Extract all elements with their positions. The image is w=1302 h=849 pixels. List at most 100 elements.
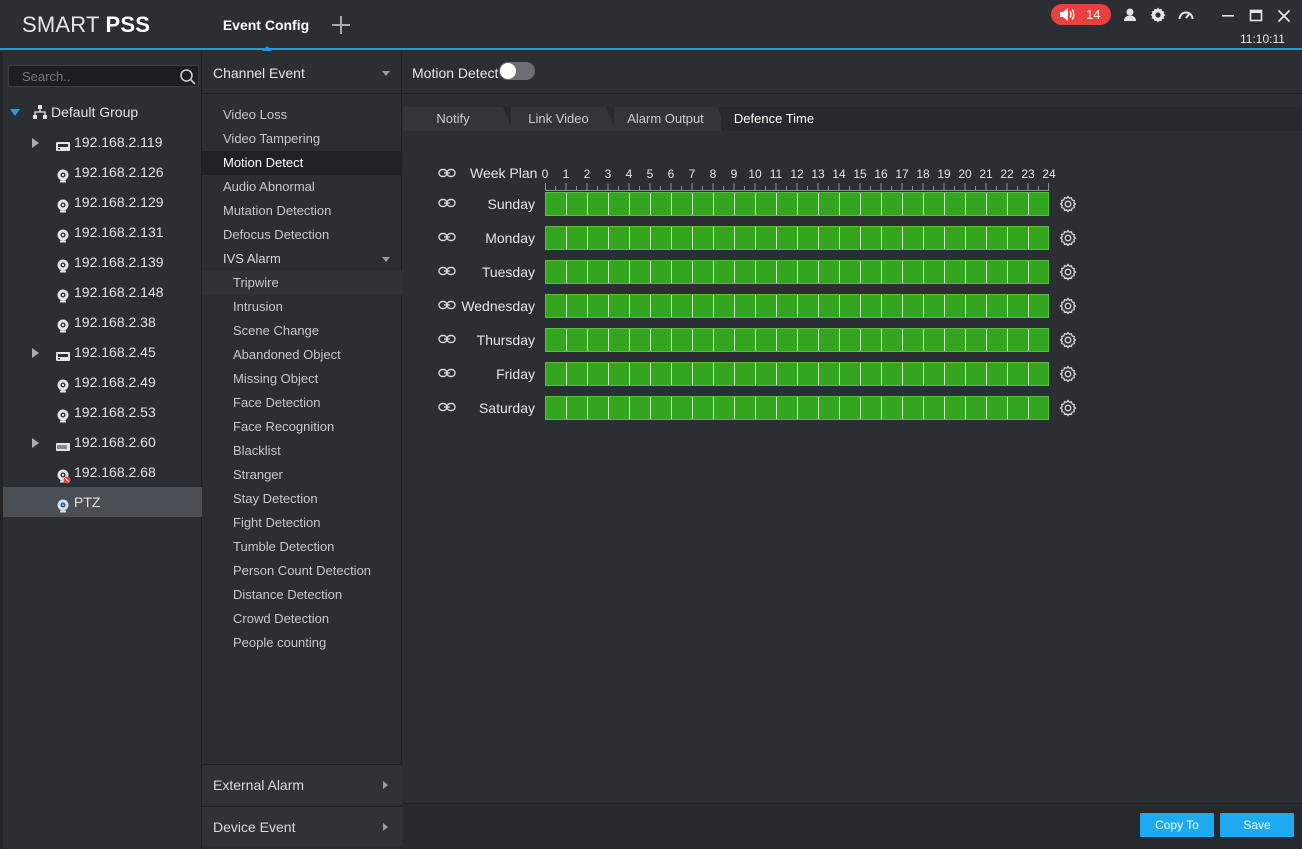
- schedule-bar[interactable]: [545, 192, 1049, 216]
- event-item-label: Defocus Detection: [223, 227, 330, 242]
- event-item[interactable]: Fight Detection: [202, 511, 402, 535]
- minimize-icon[interactable]: [1219, 7, 1237, 25]
- event-item[interactable]: Motion Detect: [202, 151, 402, 175]
- tab-defence-time[interactable]: Defence Time: [721, 107, 837, 131]
- alarm-badge[interactable]: 14: [1051, 4, 1111, 25]
- event-item-label: Tumble Detection: [233, 539, 335, 554]
- event-item[interactable]: Video Tampering: [202, 127, 402, 151]
- gear-icon[interactable]: [1059, 263, 1077, 284]
- search-input[interactable]: [9, 66, 174, 86]
- event-item[interactable]: Intrusion: [202, 295, 402, 319]
- hour-divider: [734, 329, 735, 351]
- tab-notify[interactable]: Notify: [403, 107, 513, 131]
- user-icon[interactable]: [1121, 6, 1139, 24]
- link-icon[interactable]: [438, 166, 456, 180]
- expand-arrow-icon[interactable]: [32, 348, 39, 358]
- external-alarm-section[interactable]: External Alarm: [202, 764, 402, 804]
- hour-divider: [986, 261, 987, 283]
- event-item[interactable]: Tripwire: [202, 271, 402, 295]
- event-item[interactable]: Abandoned Object: [202, 343, 402, 367]
- tree-device-item[interactable]: 192.168.2.38: [3, 307, 202, 337]
- event-item[interactable]: Audio Abnormal: [202, 175, 402, 199]
- tree-device-item[interactable]: 192.168.2.148: [3, 277, 202, 307]
- tree-device-item[interactable]: 192.168.2.139: [3, 247, 202, 277]
- tab-link-video[interactable]: Link Video: [511, 107, 616, 131]
- tree-group-default[interactable]: Default Group: [3, 97, 202, 127]
- gear-icon[interactable]: [1059, 195, 1077, 216]
- tree-device-item[interactable]: 192.168.2.126: [3, 157, 202, 187]
- event-item[interactable]: Crowd Detection: [202, 607, 402, 631]
- copy-to-button[interactable]: Copy To: [1140, 813, 1214, 837]
- gear-icon[interactable]: [1059, 297, 1077, 318]
- event-item[interactable]: People counting: [202, 631, 402, 655]
- link-icon[interactable]: [438, 298, 456, 315]
- hour-divider: [566, 193, 567, 215]
- hour-label: 10: [748, 167, 762, 181]
- tab-event-config[interactable]: Event Config: [210, 0, 322, 51]
- gear-icon[interactable]: [1059, 365, 1077, 386]
- schedule-bar[interactable]: [545, 260, 1049, 284]
- hour-divider: [860, 227, 861, 249]
- device-event-section[interactable]: Device Event: [202, 806, 402, 846]
- tree-device-item[interactable]: 192.168.2.53: [3, 397, 202, 427]
- hour-divider: [1028, 329, 1029, 351]
- gear-icon[interactable]: [1059, 331, 1077, 352]
- link-icon[interactable]: [438, 264, 456, 281]
- channel-event-dropdown[interactable]: Channel Event: [202, 52, 402, 94]
- toggle-knob: [500, 63, 516, 79]
- event-item[interactable]: Face Recognition: [202, 415, 402, 439]
- hour-divider: [1007, 329, 1008, 351]
- event-item[interactable]: Distance Detection: [202, 583, 402, 607]
- hour-label: 3: [604, 167, 612, 181]
- tree-device-item[interactable]: 192.168.2.131: [3, 217, 202, 247]
- event-item[interactable]: Missing Object: [202, 367, 402, 391]
- event-item[interactable]: Blacklist: [202, 439, 402, 463]
- tree-device-item[interactable]: 192.168.2.68: [3, 457, 202, 487]
- gear-icon[interactable]: [1059, 229, 1077, 250]
- close-icon[interactable]: [1275, 7, 1293, 25]
- tree-device-item[interactable]: 192.168.2.60: [3, 427, 202, 457]
- gear-icon[interactable]: [1059, 399, 1077, 420]
- link-icon[interactable]: [438, 332, 456, 349]
- tree-device-item[interactable]: 192.168.2.119: [3, 127, 202, 157]
- maximize-icon[interactable]: [1247, 7, 1265, 25]
- tree-device-item[interactable]: 192.168.2.45: [3, 337, 202, 367]
- event-group-ivs-alarm[interactable]: IVS Alarm: [202, 247, 402, 271]
- schedule-bar[interactable]: [545, 362, 1049, 386]
- tree-device-item[interactable]: 192.168.2.129: [3, 187, 202, 217]
- link-icon[interactable]: [438, 196, 456, 213]
- event-item[interactable]: Stranger: [202, 463, 402, 487]
- motion-detect-toggle[interactable]: [499, 62, 535, 80]
- event-item[interactable]: Mutation Detection: [202, 199, 402, 223]
- expand-arrow-icon[interactable]: [32, 438, 39, 448]
- link-icon[interactable]: [438, 230, 456, 247]
- schedule-bar[interactable]: [545, 396, 1049, 420]
- hour-label: 2: [583, 167, 591, 181]
- event-item[interactable]: Tumble Detection: [202, 535, 402, 559]
- schedule-bar[interactable]: [545, 328, 1049, 352]
- tree-device-item[interactable]: 192.168.2.49: [3, 367, 202, 397]
- schedule-bar[interactable]: [545, 294, 1049, 318]
- schedule-bar[interactable]: [545, 226, 1049, 250]
- hour-divider: [776, 261, 777, 283]
- event-item[interactable]: Scene Change: [202, 319, 402, 343]
- link-icon[interactable]: [438, 400, 456, 417]
- tab-alarm-output[interactable]: Alarm Output: [614, 107, 727, 131]
- event-type-panel: Channel Event Video Loss Video Tampering M…: [202, 52, 402, 849]
- save-button[interactable]: Save: [1220, 813, 1294, 837]
- add-tab-icon[interactable]: [330, 14, 352, 36]
- event-item[interactable]: Face Detection: [202, 391, 402, 415]
- link-icon[interactable]: [438, 366, 456, 383]
- event-item[interactable]: Video Loss: [202, 103, 402, 127]
- hour-divider: [1028, 363, 1029, 385]
- tree-device-item[interactable]: PTZ: [3, 487, 202, 517]
- event-item-label: Audio Abnormal: [223, 179, 315, 194]
- event-item[interactable]: Person Count Detection: [202, 559, 402, 583]
- expand-arrow-icon[interactable]: [10, 109, 20, 116]
- event-item[interactable]: Stay Detection: [202, 487, 402, 511]
- performance-gauge-icon[interactable]: [1177, 6, 1195, 24]
- search-icon[interactable]: [179, 68, 197, 86]
- settings-gear-icon[interactable]: [1149, 6, 1167, 24]
- expand-arrow-icon[interactable]: [32, 138, 39, 148]
- event-item[interactable]: Defocus Detection: [202, 223, 402, 247]
